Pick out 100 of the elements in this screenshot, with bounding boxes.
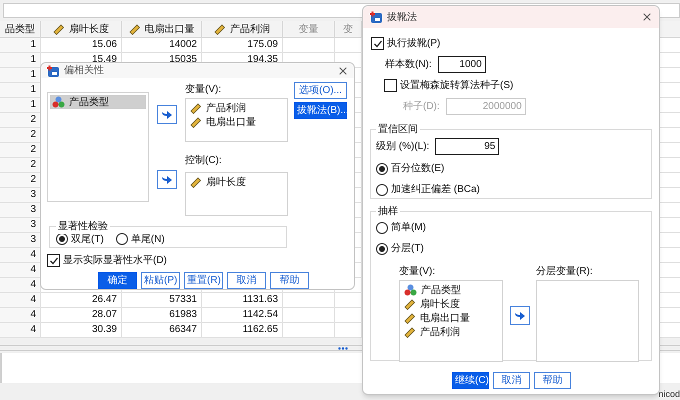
radio-button[interactable] xyxy=(376,222,388,234)
radio-label: 单尾(N) xyxy=(130,232,165,247)
radio-button[interactable] xyxy=(376,242,388,254)
arrow-icon xyxy=(161,174,173,185)
column-header[interactable]: 产品利润 xyxy=(202,21,283,37)
table-cell: 1 xyxy=(30,85,36,95)
table-cell: 26.47 xyxy=(92,295,117,305)
table-cell: 2 xyxy=(30,160,36,170)
checkbox-label: 设置梅森旋转算法种子(S) xyxy=(400,78,514,93)
dialog-button[interactable]: 粘贴(P) xyxy=(141,272,180,289)
table-cell: 1 xyxy=(30,40,36,50)
dialog-button[interactable]: 继续(C) xyxy=(452,372,489,389)
radio-button[interactable] xyxy=(116,233,128,246)
table-cell: 3 xyxy=(30,235,36,245)
table-cell: 1 xyxy=(30,100,36,110)
variable-item[interactable]: 扇叶长度 xyxy=(188,175,285,190)
ruler-icon xyxy=(404,298,416,310)
arrow-icon xyxy=(161,110,173,120)
table-cell: 2 xyxy=(30,145,36,155)
dialog-button[interactable]: 确定 xyxy=(98,272,137,289)
checkbox[interactable] xyxy=(384,79,397,92)
close-icon[interactable] xyxy=(337,64,349,77)
table-cell: 2 xyxy=(30,175,36,185)
dialog-button[interactable]: 取消 xyxy=(493,372,530,389)
table-cell: 194.35 xyxy=(247,55,278,65)
table-cell: 4 xyxy=(30,265,36,275)
variable-item[interactable]: 产品利润 xyxy=(188,101,285,116)
radio-label: 分层(T) xyxy=(391,242,424,256)
radio-label: 加速纠正偏差 (BCa) xyxy=(391,182,480,197)
three-balls-icon xyxy=(404,284,417,296)
move-arrow-button[interactable] xyxy=(157,105,177,124)
field-label: 样本数(N): xyxy=(385,58,432,72)
table-cell: 1 xyxy=(30,55,36,65)
variable-item[interactable]: 电扇出口量 xyxy=(188,115,285,130)
column-header[interactable]: 扇叶长度 xyxy=(41,21,122,37)
ruler-icon xyxy=(190,176,202,188)
table-cell: 2 xyxy=(30,115,36,125)
table-cell: 3 xyxy=(30,220,36,230)
table-cell: 61983 xyxy=(169,310,197,320)
window-title: 拔靴法 xyxy=(387,10,417,24)
dialog-button[interactable]: 重置(R) xyxy=(184,272,223,289)
ruler-icon xyxy=(190,102,202,114)
table-cell: 28.07 xyxy=(92,310,117,320)
field-label: 变量(V): xyxy=(399,264,436,279)
field-label: 级别 (%)(L): xyxy=(376,140,430,154)
checkbox[interactable] xyxy=(47,254,60,267)
move-arrow-button[interactable] xyxy=(510,306,530,325)
table-cell: 14002 xyxy=(169,40,197,50)
table-cell: 4 xyxy=(30,280,36,290)
close-icon[interactable] xyxy=(641,11,653,23)
radio-button[interactable] xyxy=(376,184,388,196)
ruler-icon xyxy=(214,23,226,35)
field-label: 变量(V): xyxy=(185,82,222,98)
app-icon xyxy=(369,10,383,24)
radio-label: 百分位数(E) xyxy=(391,162,444,176)
table-cell: 1131.63 xyxy=(242,295,278,305)
arrow-icon xyxy=(514,310,526,320)
three-balls-icon xyxy=(52,96,65,108)
field-label: 分层变量(R): xyxy=(536,264,594,279)
table-cell: 66347 xyxy=(169,325,197,335)
drag-handle-icon[interactable] xyxy=(338,346,348,350)
dialog-button[interactable]: 帮助 xyxy=(270,272,309,289)
ruler-icon xyxy=(190,116,202,128)
dialog-button[interactable]: 拔靴法(B)... xyxy=(294,102,347,120)
table-cell: 2 xyxy=(30,130,36,140)
status-text: nicod xyxy=(658,390,680,399)
table-cell: 15035 xyxy=(169,55,197,65)
table-cell: 3 xyxy=(30,190,36,200)
variable-item[interactable]: 扇叶长度 xyxy=(402,297,500,311)
table-cell: 57331 xyxy=(169,295,197,305)
dialog-button[interactable]: 选项(O)... xyxy=(294,82,347,100)
ruler-icon xyxy=(404,326,416,338)
variable-item[interactable]: 产品利润 xyxy=(402,325,500,339)
ruler-icon xyxy=(53,23,65,35)
table-cell: 30.39 xyxy=(92,325,117,335)
table-cell: 4 xyxy=(30,325,36,335)
variable-item[interactable]: 产品类型 xyxy=(402,283,500,297)
radio-label: 简单(M) xyxy=(391,220,426,235)
table-cell: 15.49 xyxy=(92,55,117,65)
input-field[interactable]: 1000 xyxy=(438,56,486,73)
table-cell: 3 xyxy=(30,205,36,215)
dialog-button[interactable]: 取消 xyxy=(227,272,266,289)
table-cell: 4 xyxy=(30,310,36,320)
column-header[interactable]: 电扇出口量 xyxy=(122,21,202,37)
checkbox-label: 执行拔靴(P) xyxy=(387,36,440,51)
ruler-icon xyxy=(128,23,140,35)
group-title: 显著性检验 xyxy=(56,219,110,234)
variable-item[interactable]: 产品类型 xyxy=(50,95,146,110)
radio-label: 双尾(T) xyxy=(71,232,104,247)
column-header[interactable]: 品类型 xyxy=(0,21,41,37)
table-cell: 1142.54 xyxy=(242,310,278,320)
radio-button[interactable] xyxy=(56,233,68,246)
input-field[interactable]: 95 xyxy=(435,138,500,155)
dialog-button[interactable]: 帮助 xyxy=(534,372,571,389)
move-arrow-button[interactable] xyxy=(157,170,177,190)
checkbox[interactable] xyxy=(371,37,384,50)
field-label: 控制(C): xyxy=(185,155,222,166)
table-cell: 4 xyxy=(30,250,36,260)
radio-button[interactable] xyxy=(376,162,388,174)
variable-item[interactable]: 电扇出口量 xyxy=(402,311,500,325)
